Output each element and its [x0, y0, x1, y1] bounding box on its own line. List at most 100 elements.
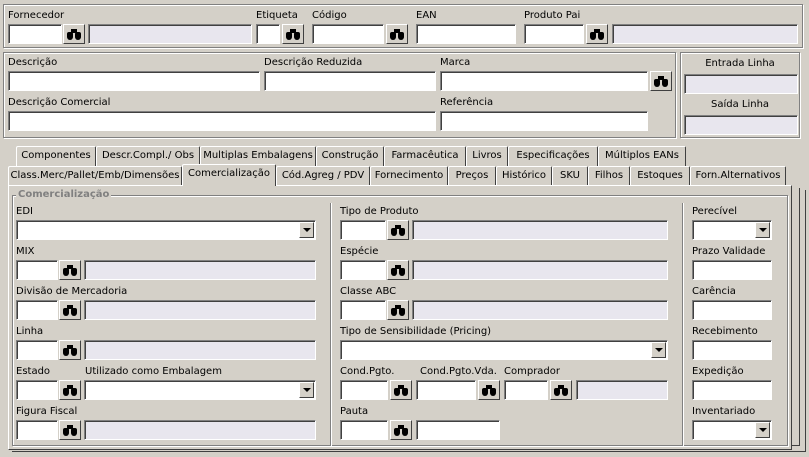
- tab-cod-agreg-pdv[interactable]: Cód.Agreg / PDV: [276, 166, 370, 186]
- figura-fiscal-desc-field: [84, 420, 316, 440]
- cond-pgto-search-button[interactable]: [390, 380, 412, 400]
- estado-input[interactable]: [16, 380, 58, 400]
- comprador-input[interactable]: [504, 380, 548, 400]
- cond-pgto-label: Cond.Pgto.: [340, 366, 395, 377]
- figura-fiscal-search-button[interactable]: [59, 420, 81, 440]
- tab-filhos[interactable]: Filhos: [588, 166, 630, 186]
- etiqueta-label: Etiqueta: [256, 10, 298, 21]
- linha-search-button[interactable]: [59, 340, 81, 360]
- descricao-reduzida-input[interactable]: [264, 71, 436, 91]
- codigo-search-button[interactable]: [386, 24, 408, 44]
- comprador-search-button[interactable]: [550, 380, 572, 400]
- descricao-comercial-input[interactable]: [8, 111, 436, 131]
- tab-historico[interactable]: Histórico: [496, 166, 552, 186]
- binoculars-icon: [653, 75, 669, 87]
- ean-input[interactable]: [416, 24, 516, 44]
- tab-estoques[interactable]: Estoques: [630, 166, 690, 186]
- chevron-down-icon[interactable]: [755, 422, 770, 438]
- utilizado-select[interactable]: [84, 380, 316, 400]
- divisao-label: Divisão de Mercadoria: [16, 286, 128, 297]
- recebimento-label: Recebimento: [692, 326, 758, 337]
- mix-input[interactable]: [16, 260, 58, 280]
- tab-forn-alternativos[interactable]: Forn.Alternativos: [690, 166, 786, 186]
- binoculars-icon: [393, 384, 409, 396]
- descricao-reduzida-label: Descrição Reduzida: [264, 57, 363, 68]
- pauta-desc-field: [416, 420, 500, 440]
- produto-pai-code-input[interactable]: [524, 24, 584, 44]
- tab-construcao[interactable]: Construção: [316, 146, 384, 166]
- binoculars-icon: [62, 304, 78, 316]
- tab-fornecimento[interactable]: Fornecimento: [370, 166, 448, 186]
- especie-label: Espécie: [340, 246, 379, 257]
- tipo-sensibilidade-select[interactable]: [340, 340, 668, 360]
- classe-abc-search-button[interactable]: [387, 300, 409, 320]
- inventariado-select[interactable]: [692, 420, 772, 440]
- mix-search-button[interactable]: [59, 260, 81, 280]
- divisao-input[interactable]: [16, 300, 58, 320]
- tab-comercializacao[interactable]: Comercialização: [182, 164, 276, 186]
- chevron-down-icon[interactable]: [299, 222, 314, 238]
- tab-multiplas-embalagens[interactable]: Multiplas Embalagens: [200, 146, 316, 166]
- tipo-produto-search-button[interactable]: [387, 220, 409, 240]
- descricao-comercial-label: Descrição Comercial: [8, 97, 111, 108]
- tab-especificacoes[interactable]: Especificações: [508, 146, 598, 166]
- ean-label: EAN: [416, 10, 437, 21]
- tipo-produto-input[interactable]: [340, 220, 386, 240]
- edi-select[interactable]: [16, 220, 316, 240]
- descricao-label: Descrição: [8, 57, 58, 68]
- prazo-validade-input[interactable]: [692, 260, 772, 280]
- classe-abc-label: Classe ABC: [340, 286, 397, 297]
- etiqueta-input[interactable]: [256, 24, 280, 44]
- referencia-input[interactable]: [440, 111, 648, 131]
- tab-class-merc[interactable]: Class.Merc/Pallet/Emb/Dimensões: [8, 166, 182, 186]
- tab-multiplos-eans[interactable]: Múltiplos EANs: [598, 146, 686, 166]
- figura-fiscal-input[interactable]: [16, 420, 58, 440]
- marca-input[interactable]: [440, 71, 648, 91]
- binoculars-icon: [481, 384, 497, 396]
- linha-label: Linha: [16, 326, 44, 337]
- fornecedor-search-button[interactable]: [63, 24, 85, 44]
- tab-componentes[interactable]: Componentes: [16, 146, 96, 166]
- marca-search-button[interactable]: [650, 71, 672, 91]
- pauta-search-button[interactable]: [390, 420, 412, 440]
- binoculars-icon: [393, 424, 409, 436]
- perecivel-select[interactable]: [692, 220, 772, 240]
- binoculars-icon: [62, 344, 78, 356]
- cond-pgto-vda-input[interactable]: [416, 380, 476, 400]
- expedicao-input[interactable]: [692, 380, 772, 400]
- estado-search-button[interactable]: [59, 380, 81, 400]
- codigo-input[interactable]: [312, 24, 384, 44]
- especie-input[interactable]: [340, 260, 386, 280]
- carencia-input[interactable]: [692, 300, 772, 320]
- cond-pgto-input[interactable]: [340, 380, 388, 400]
- mix-desc-field: [84, 260, 316, 280]
- etiqueta-search-button[interactable]: [282, 24, 304, 44]
- column-divider-1: [330, 203, 332, 446]
- fornecedor-label: Fornecedor: [8, 10, 65, 21]
- inventariado-label: Inventariado: [692, 406, 756, 417]
- pauta-input[interactable]: [340, 420, 388, 440]
- classe-abc-input[interactable]: [340, 300, 386, 320]
- chevron-down-icon[interactable]: [755, 222, 770, 238]
- tab-descr-compl[interactable]: Descr.Compl./ Obs: [96, 146, 200, 166]
- marca-label: Marca: [440, 57, 471, 68]
- tab-sku[interactable]: SKU: [552, 166, 588, 186]
- tipo-sensibilidade-label: Tipo de Sensibilidade (Pricing): [340, 326, 492, 337]
- linha-input[interactable]: [16, 340, 58, 360]
- especie-search-button[interactable]: [387, 260, 409, 280]
- fornecedor-code-input[interactable]: [8, 24, 62, 44]
- entrada-linha-label: Entrada Linha: [705, 58, 775, 69]
- tab-precos[interactable]: Preços: [448, 166, 496, 186]
- chevron-down-icon[interactable]: [651, 342, 666, 358]
- recebimento-input[interactable]: [692, 340, 772, 360]
- produto-pai-search-button[interactable]: [586, 24, 608, 44]
- divisao-search-button[interactable]: [59, 300, 81, 320]
- saida-linha-label: Saída Linha: [710, 99, 770, 110]
- tab-farmaceutica[interactable]: Farmacêutica: [384, 146, 466, 166]
- tab-livros[interactable]: Livros: [466, 146, 508, 166]
- edi-label: EDI: [16, 206, 33, 217]
- pauta-label: Pauta: [340, 406, 369, 417]
- descricao-input[interactable]: [8, 71, 260, 91]
- chevron-down-icon[interactable]: [299, 382, 314, 398]
- cond-pgto-vda-search-button[interactable]: [478, 380, 500, 400]
